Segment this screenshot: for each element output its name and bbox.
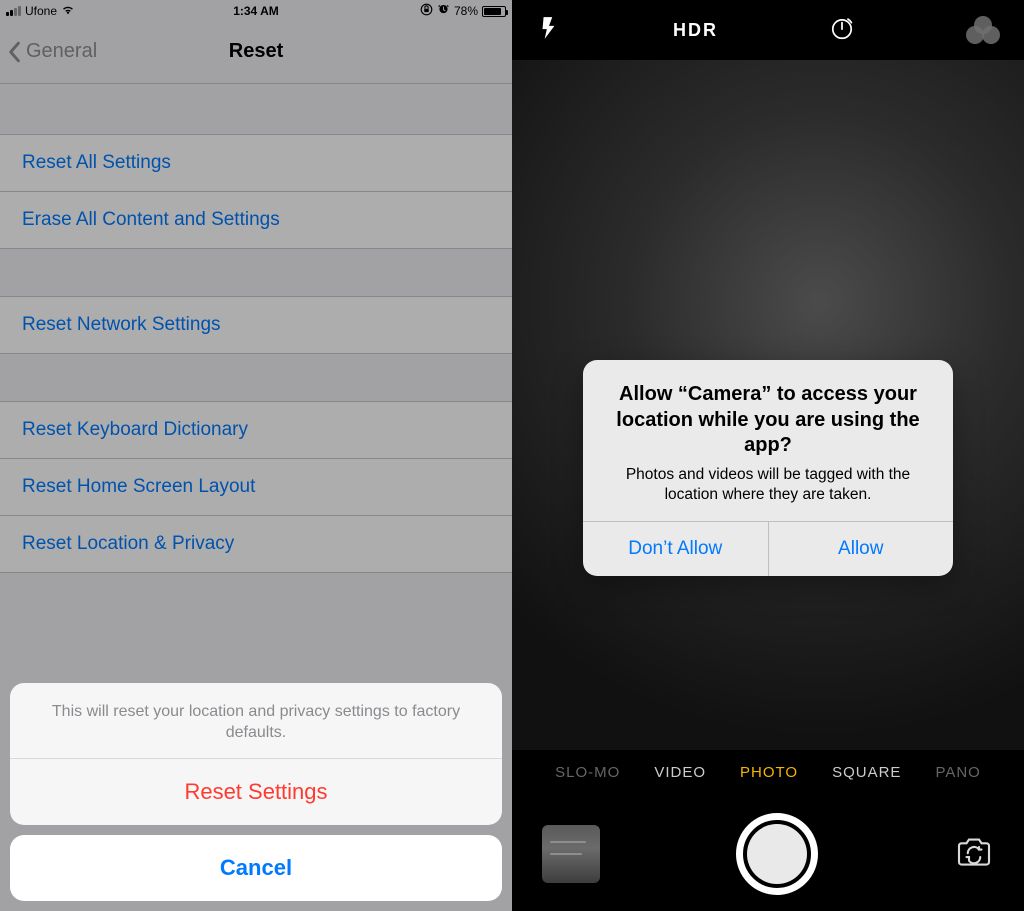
- flash-icon[interactable]: [536, 15, 562, 46]
- location-permission-alert: Allow “Camera” to access your location w…: [583, 360, 953, 576]
- hdr-button[interactable]: HDR: [673, 20, 718, 41]
- settings-group: Reset Network Settings: [0, 296, 512, 354]
- mode-slomo[interactable]: SLO-MO: [555, 764, 620, 781]
- cancel-button[interactable]: Cancel: [10, 835, 502, 901]
- camera-viewfinder: Allow “Camera” to access your location w…: [512, 60, 1024, 750]
- last-photo-thumbnail[interactable]: [542, 825, 600, 883]
- camera-modes: SLO-MO VIDEO PHOTO SQUARE PANO: [512, 750, 1024, 781]
- mode-pano[interactable]: PANO: [935, 764, 980, 781]
- status-time: 1:34 AM: [0, 4, 512, 18]
- reset-all-settings-row[interactable]: Reset All Settings: [0, 134, 512, 191]
- action-sheet: This will reset your location and privac…: [10, 683, 502, 901]
- reset-keyboard-dictionary-row[interactable]: Reset Keyboard Dictionary: [0, 401, 512, 458]
- camera-screen: HDR Allow “Camera” to access your locati…: [512, 0, 1024, 911]
- timer-icon[interactable]: [829, 15, 855, 46]
- settings-group: Reset Keyboard Dictionary Reset Home Scr…: [0, 401, 512, 573]
- battery-icon: [482, 6, 506, 17]
- switch-camera-button[interactable]: [954, 835, 994, 874]
- mode-photo[interactable]: PHOTO: [740, 764, 798, 781]
- filters-icon[interactable]: [966, 16, 1000, 44]
- mode-square[interactable]: SQUARE: [832, 764, 901, 781]
- action-sheet-message: This will reset your location and privac…: [10, 683, 502, 758]
- mode-video[interactable]: VIDEO: [654, 764, 706, 781]
- nav-bar: General Reset: [0, 20, 512, 84]
- alert-title: Allow “Camera” to access your location w…: [603, 382, 933, 459]
- allow-button[interactable]: Allow: [768, 522, 954, 576]
- reset-home-screen-row[interactable]: Reset Home Screen Layout: [0, 458, 512, 515]
- dont-allow-button[interactable]: Don’t Allow: [583, 522, 768, 576]
- page-title: Reset: [0, 40, 512, 63]
- camera-top-bar: HDR: [512, 0, 1024, 60]
- settings-group: Reset All Settings Erase All Content and…: [0, 134, 512, 249]
- settings-reset-screen: Ufone 1:34 AM 78%: [0, 0, 512, 911]
- status-bar: Ufone 1:34 AM 78%: [0, 0, 512, 20]
- reset-location-privacy-row[interactable]: Reset Location & Privacy: [0, 515, 512, 573]
- shutter-button[interactable]: [736, 813, 818, 895]
- alert-subtitle: Photos and videos will be tagged with th…: [603, 465, 933, 505]
- reset-network-settings-row[interactable]: Reset Network Settings: [0, 296, 512, 354]
- camera-bottom-bar: SLO-MO VIDEO PHOTO SQUARE PANO: [512, 750, 1024, 911]
- reset-settings-button[interactable]: Reset Settings: [10, 759, 502, 825]
- erase-all-content-row[interactable]: Erase All Content and Settings: [0, 191, 512, 249]
